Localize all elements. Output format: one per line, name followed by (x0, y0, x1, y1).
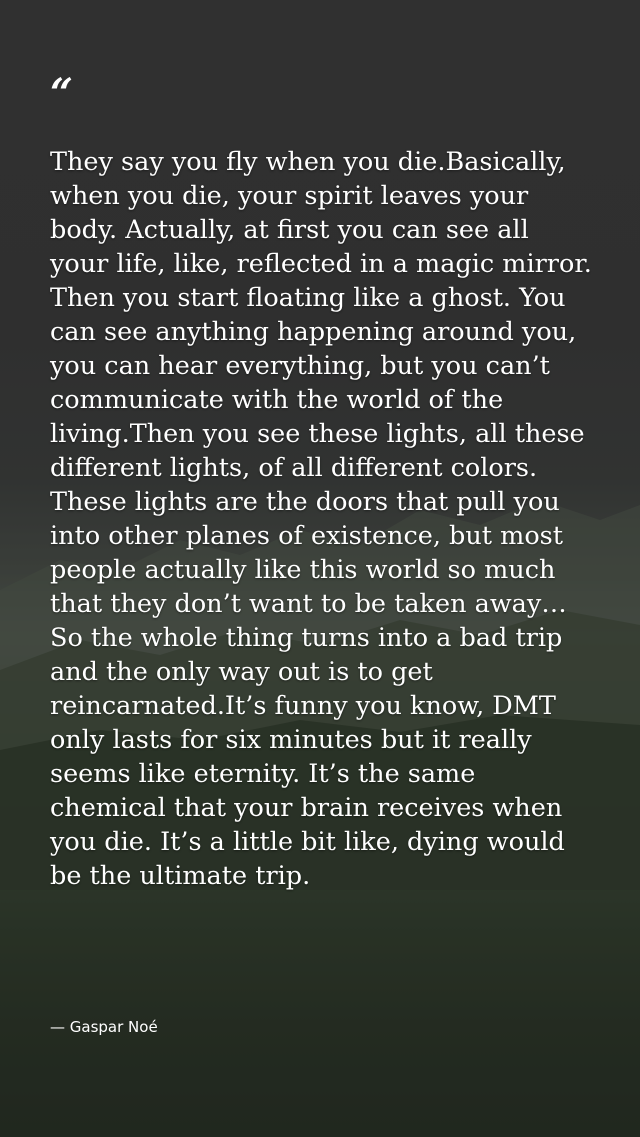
quote-mark-icon: “ (50, 70, 74, 117)
quote-text: They say you fly when you die.Basically,… (50, 147, 592, 891)
quote-author: — Gaspar Noé (50, 1018, 158, 1036)
